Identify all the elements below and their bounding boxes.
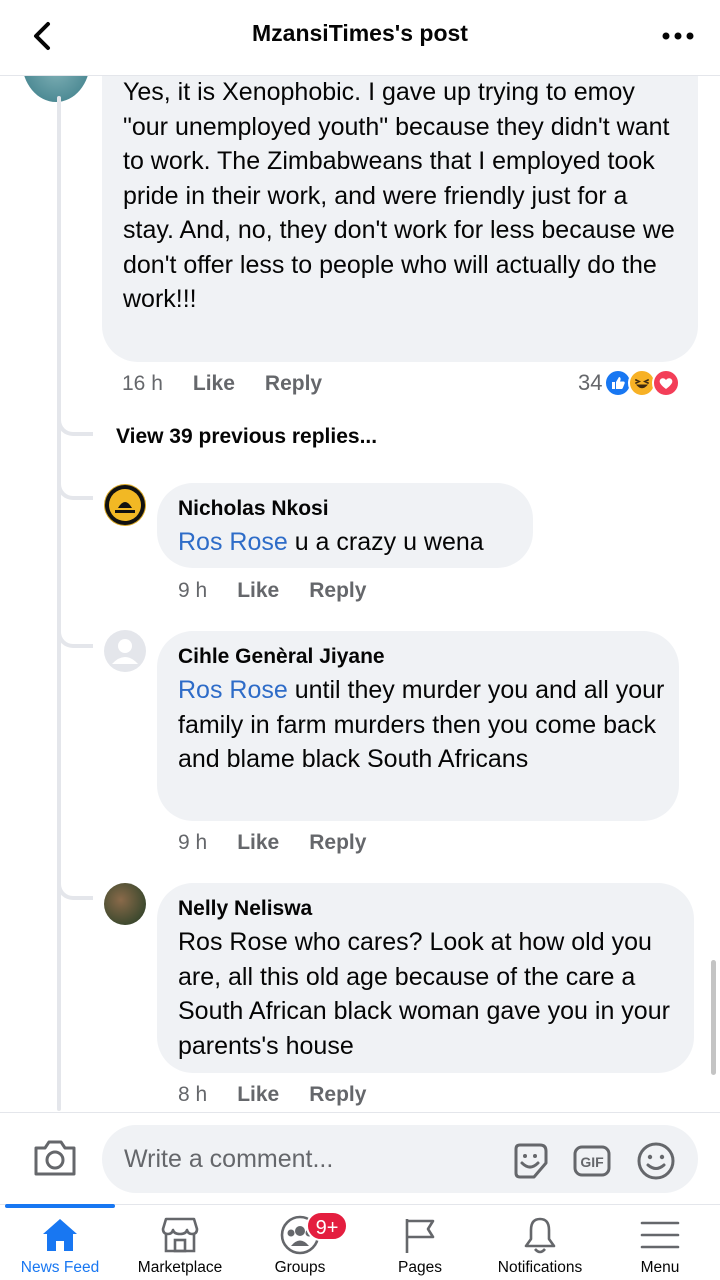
bell-icon: [524, 1217, 556, 1254]
nav-notifications[interactable]: Notifications: [480, 1205, 600, 1280]
nav-menu[interactable]: Menu: [600, 1205, 720, 1280]
nav-groups[interactable]: 9+ Groups: [240, 1205, 360, 1280]
avatar[interactable]: [104, 883, 146, 925]
nav-label: Pages: [398, 1259, 442, 1276]
camera-icon: [34, 1140, 76, 1176]
nav-label: Groups: [274, 1259, 326, 1276]
reply-meta: 8 h Like Reply: [178, 1083, 396, 1107]
svg-text:GIF: GIF: [580, 1154, 604, 1170]
thread-branch: [57, 412, 93, 436]
nav-label: Notifications: [497, 1259, 583, 1276]
kaizer-chiefs-logo-icon: [105, 485, 145, 525]
avatar[interactable]: [104, 630, 146, 672]
gif-icon[interactable]: GIF: [572, 1141, 612, 1181]
nav-label: Menu: [640, 1259, 680, 1276]
reply-button[interactable]: Reply: [309, 579, 366, 603]
flag-icon: [405, 1219, 435, 1253]
reply-button[interactable]: Reply: [265, 372, 322, 396]
post-header: MzansiTimes's post: [0, 0, 720, 76]
comment-meta: 16 h Like Reply: [122, 372, 352, 396]
like-button[interactable]: Like: [237, 831, 279, 855]
nav-news-feed[interactable]: News Feed: [0, 1204, 120, 1280]
reply-body: u a crazy u wena: [287, 528, 484, 556]
comment-time: 16 h: [122, 372, 163, 395]
default-user-icon: [112, 639, 138, 664]
like-button[interactable]: Like: [237, 1083, 279, 1107]
reply-text: Ros Rose until they murder you and all y…: [178, 673, 668, 777]
active-tab-indicator: [5, 1204, 115, 1208]
comment-bubble[interactable]: Yes, it is Xenophobic. I gave up trying …: [102, 66, 698, 362]
avatar[interactable]: [104, 484, 146, 526]
more-dots-icon: [662, 32, 694, 40]
comment-composer: Write a comment... GIF: [0, 1112, 720, 1204]
bottom-navigation: News Feed Marketplace 9+ Groups Pages No…: [0, 1204, 720, 1280]
page-title: MzansiTimes's post: [252, 20, 468, 46]
comment-input[interactable]: Write a comment... GIF: [102, 1125, 698, 1193]
reaction-summary[interactable]: 34: [578, 369, 681, 397]
reply-time: 9 h: [178, 579, 208, 602]
reply-text: Ros Rose u a crazy u wena: [178, 525, 518, 560]
thread-branch: [57, 876, 93, 900]
sticker-icon[interactable]: [510, 1141, 550, 1181]
reply-meta: 9 h Like Reply: [178, 579, 396, 603]
comment-placeholder: Write a comment...: [124, 1145, 334, 1173]
shop-icon: [161, 1217, 199, 1253]
love-reaction-icon: [652, 369, 681, 397]
mention-link[interactable]: Ros Rose: [178, 676, 288, 704]
scrollbar[interactable]: [711, 960, 716, 1075]
camera-button[interactable]: [32, 1138, 78, 1178]
nav-label: News Feed: [20, 1259, 100, 1276]
reply-time: 9 h: [178, 831, 208, 854]
more-options-button[interactable]: [658, 18, 698, 54]
reply-button[interactable]: Reply: [309, 1083, 366, 1107]
home-icon: [43, 1219, 77, 1251]
reply-author[interactable]: Cihle Genèral Jiyane: [178, 645, 385, 669]
reply-bubble[interactable]: Nicholas Nkosi Ros Rose u a crazy u wena: [157, 483, 533, 568]
reply-time: 8 h: [178, 1083, 208, 1106]
thread-line: [57, 96, 61, 1111]
nav-marketplace[interactable]: Marketplace: [120, 1205, 240, 1280]
reply-bubble[interactable]: Nelly Neliswa Ros Rose who cares? Look a…: [157, 883, 694, 1073]
reply-text: Ros Rose who cares? Look at how old you …: [178, 928, 670, 1060]
view-previous-replies-link[interactable]: View 39 previous replies...: [116, 425, 377, 449]
reply-button[interactable]: Reply: [309, 831, 366, 855]
emoji-icon[interactable]: [636, 1141, 676, 1181]
reply-meta: 9 h Like Reply: [178, 831, 396, 855]
like-button[interactable]: Like: [193, 372, 235, 396]
notification-badge: 9+: [306, 1211, 348, 1241]
like-button[interactable]: Like: [237, 579, 279, 603]
menu-icon: [640, 1221, 680, 1249]
mention-link[interactable]: Ros Rose: [178, 528, 288, 556]
reply-author[interactable]: Nelly Neliswa: [178, 897, 312, 921]
thread-branch: [57, 624, 93, 648]
reply-author[interactable]: Nicholas Nkosi: [178, 497, 329, 521]
nav-pages[interactable]: Pages: [360, 1205, 480, 1280]
reply-bubble[interactable]: Cihle Genèral Jiyane Ros Rose until they…: [157, 631, 679, 821]
nav-label: Marketplace: [137, 1259, 223, 1276]
thread-branch: [57, 476, 93, 500]
reaction-count: 34: [578, 370, 603, 395]
comment-text: Yes, it is Xenophobic. I gave up trying …: [123, 78, 675, 313]
